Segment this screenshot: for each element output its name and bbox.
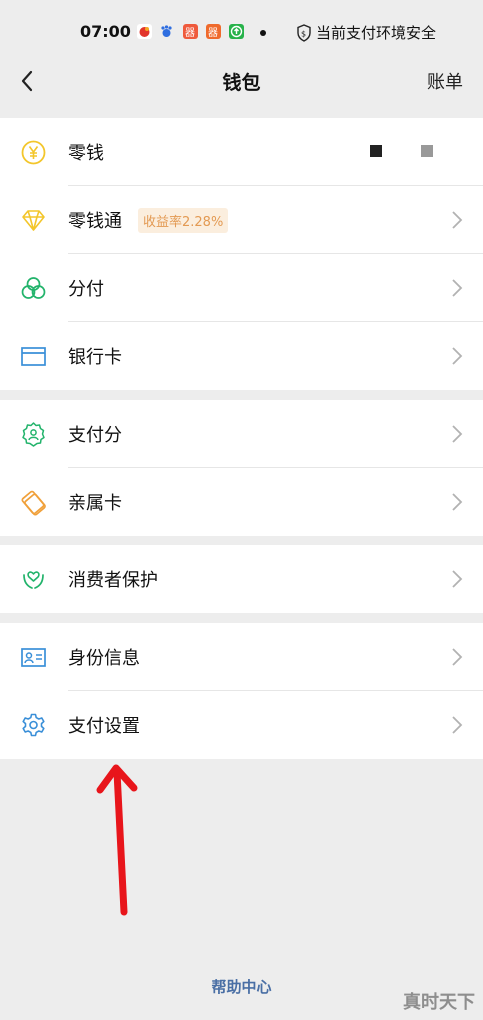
chevron-right-icon bbox=[452, 347, 463, 365]
secure-text: 当前支付环境安全 bbox=[316, 24, 437, 42]
chevron-right-icon bbox=[452, 425, 463, 443]
menu-label: 零钱 bbox=[68, 143, 104, 164]
yen-coin-icon bbox=[21, 140, 46, 165]
yield-rate-badge: 收益率2.28% bbox=[138, 208, 229, 233]
pay-score-icon bbox=[22, 422, 45, 447]
menu-item-bank-card[interactable]: 银行卡 bbox=[0, 322, 483, 390]
menu-label: 零钱通 bbox=[68, 211, 122, 232]
menu-item-consumer-protection[interactable]: 消费者保护 bbox=[0, 545, 483, 613]
menu-item-pay-score[interactable]: 支付分 bbox=[0, 400, 483, 468]
wallet-group-4: 身份信息 支付设置 bbox=[0, 623, 483, 759]
upload-icon bbox=[229, 24, 244, 39]
status-time: 07:00 bbox=[80, 22, 131, 41]
balance-mask-dark bbox=[370, 145, 382, 157]
svg-text:器: 器 bbox=[208, 27, 218, 39]
consumer-protection-icon bbox=[23, 571, 44, 589]
security-status: $ 当前支付环境安全 bbox=[296, 22, 436, 43]
menu-item-fenfu[interactable]: 分付 bbox=[0, 254, 483, 322]
menu-label: 支付分 bbox=[68, 425, 122, 446]
menu-item-payment-settings[interactable]: 支付设置 bbox=[0, 691, 483, 759]
menu-label: 亲属卡 bbox=[68, 493, 122, 514]
wallet-group-1: 零钱 零钱通 收益率2.28% 分付 银行卡 bbox=[0, 118, 483, 390]
menu-item-lingqiantong[interactable]: 零钱通 收益率2.28% bbox=[0, 186, 483, 254]
chevron-right-icon bbox=[452, 570, 463, 588]
watermark: 真时天下 bbox=[403, 992, 475, 1013]
svg-text:器: 器 bbox=[185, 27, 195, 39]
bank-card-icon bbox=[21, 347, 46, 366]
menu-item-family-card[interactable]: 亲属卡 bbox=[0, 468, 483, 536]
page-title: 钱包 bbox=[222, 72, 261, 94]
chevron-right-icon bbox=[452, 493, 463, 511]
bill-button[interactable]: 账单 bbox=[427, 68, 463, 94]
menu-item-change[interactable]: 零钱 bbox=[0, 118, 483, 186]
weibo-icon bbox=[137, 24, 152, 39]
id-card-icon bbox=[21, 648, 46, 667]
svg-text:$: $ bbox=[301, 29, 306, 38]
menu-label: 分付 bbox=[68, 279, 104, 300]
menu-item-identity-info[interactable]: 身份信息 bbox=[0, 623, 483, 691]
more-notifications-dot bbox=[260, 30, 266, 36]
nav-bar: 钱包 账单 bbox=[0, 62, 483, 116]
baidu-icon bbox=[159, 24, 174, 39]
menu-label: 银行卡 bbox=[68, 347, 122, 368]
family-card-icon bbox=[21, 490, 46, 516]
balance-mask-light bbox=[421, 145, 433, 157]
chevron-right-icon bbox=[452, 716, 463, 734]
installment-icon bbox=[21, 277, 46, 299]
wallet-group-2: 支付分 亲属卡 bbox=[0, 400, 483, 536]
chevron-right-icon bbox=[452, 648, 463, 666]
menu-label: 支付设置 bbox=[68, 716, 140, 737]
chevron-right-icon bbox=[452, 211, 463, 229]
app-notify-icon: 器 bbox=[183, 24, 198, 39]
status-bar: 07:00 器 器 $ 当前支付环境安全 bbox=[0, 0, 483, 62]
app-notify-icon: 器 bbox=[206, 24, 221, 39]
menu-label: 身份信息 bbox=[68, 648, 140, 669]
chevron-right-icon bbox=[452, 279, 463, 297]
gear-icon bbox=[22, 713, 45, 737]
menu-label: 消费者保护 bbox=[68, 570, 158, 591]
wallet-group-3: 消费者保护 bbox=[0, 545, 483, 613]
shield-icon: $ bbox=[297, 23, 311, 42]
diamond-icon bbox=[22, 210, 45, 231]
